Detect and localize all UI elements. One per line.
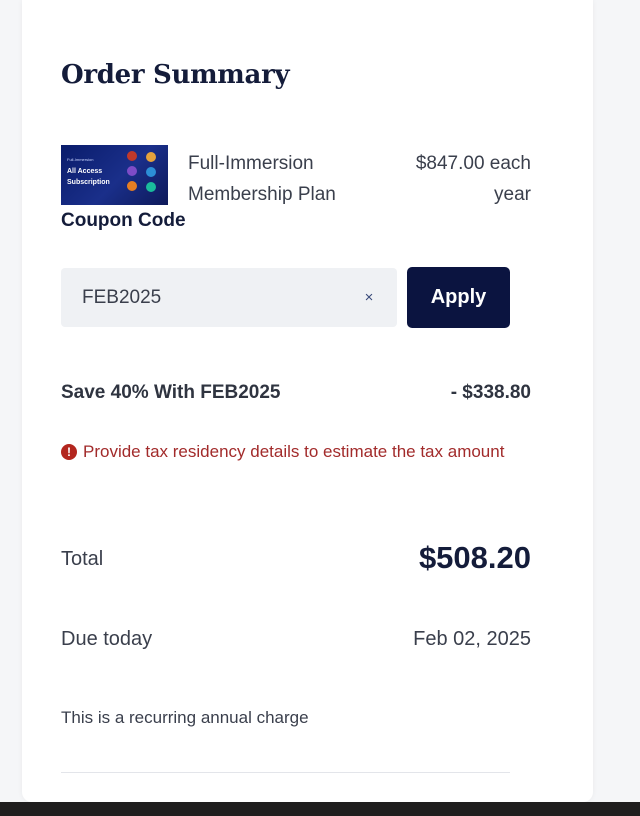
discount-label: Save 40% With FEB2025: [61, 382, 281, 403]
divider: [61, 772, 510, 773]
product-price: $847.00 each year: [415, 153, 531, 205]
tax-warning: ! Provide tax residency details to estima…: [61, 436, 511, 467]
coupon-input[interactable]: [82, 268, 352, 327]
page: Order Summary Full-Immersion All Access …: [0, 0, 640, 816]
badge-icon: [146, 182, 156, 192]
recurring-note: This is a recurring annual charge: [61, 708, 309, 727]
badge-icon: [127, 151, 137, 161]
product-thumbnail: Full-Immersion All Access Subscription: [61, 145, 168, 205]
coupon-code-label: Coupon Code: [61, 210, 186, 231]
coupon-input-container: ×: [61, 268, 397, 327]
total-value: $508.20: [418, 540, 531, 575]
discount-value: - $338.80: [450, 382, 531, 403]
order-summary-title: Order Summary: [61, 60, 290, 90]
due-today-label: Due today: [61, 628, 153, 650]
badge-icon: [146, 167, 156, 177]
thumbnail-line1: All Access: [67, 168, 103, 175]
clear-coupon-icon[interactable]: ×: [359, 288, 379, 308]
tax-warning-text: Provide tax residency details to estimat…: [83, 442, 505, 461]
thumbnail-line2: Subscription: [67, 179, 110, 186]
error-icon: !: [61, 444, 77, 460]
total-label: Total: [61, 548, 104, 570]
thumbnail-small-text: Full-Immersion: [67, 157, 94, 162]
apply-coupon-button[interactable]: Apply: [407, 267, 510, 328]
bottom-bar: [0, 802, 640, 816]
badge-icon: [127, 181, 137, 191]
badge-icon: [127, 166, 137, 176]
badge-icon: [146, 152, 156, 162]
product-name: Full-Immersion Membership Plan: [188, 153, 336, 205]
due-today-value: Feb 02, 2025: [413, 628, 531, 650]
